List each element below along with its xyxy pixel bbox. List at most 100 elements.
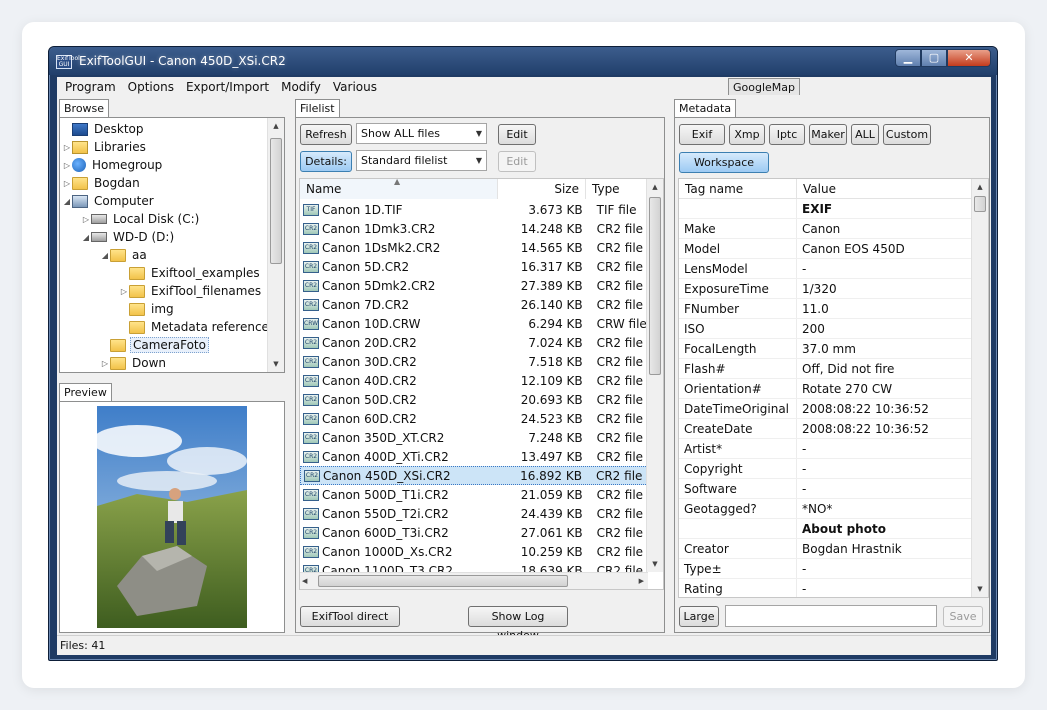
metadata-row[interactable]: DateTimeOriginal 2008:08:22 10:36:52 xyxy=(679,399,975,419)
file-table[interactable]: Name ▲ Size Type TIF Canon 1D.TIF 3.673 KB… xyxy=(299,178,664,590)
tree-item[interactable]: Desktop xyxy=(62,120,146,138)
scroll-thumb[interactable] xyxy=(974,196,986,212)
file-row[interactable]: CR2 Canon 1Dmk3.CR2 14.248 KB CR2 file xyxy=(300,219,648,238)
metadata-row[interactable]: Creator Bogdan Hrastnik xyxy=(679,539,975,559)
folder-tree[interactable]: Desktop ▷ Libraries ▷ Homegroup ▷ Bogdan ◢ Compu… xyxy=(59,117,285,373)
menu-various[interactable]: Various xyxy=(327,77,383,97)
file-row[interactable]: CR2 Canon 600D_T3i.CR2 27.061 KB CR2 file xyxy=(300,523,648,542)
scroll-up-icon[interactable]: ▲ xyxy=(972,179,988,195)
expand-arrow-icon[interactable]: ◢ xyxy=(81,233,91,242)
exif-button[interactable]: Exif xyxy=(679,124,725,145)
filelist-view-select[interactable]: Standard filelist ▼ xyxy=(356,150,487,171)
scroll-up-icon[interactable]: ▲ xyxy=(268,118,284,134)
expand-arrow-icon[interactable]: ▷ xyxy=(62,143,72,152)
metadata-row[interactable]: FocalLength 37.0 mm xyxy=(679,339,975,359)
column-size[interactable]: Size xyxy=(498,179,586,199)
minimize-button[interactable]: ▁ xyxy=(895,49,921,67)
menu-program[interactable]: Program xyxy=(59,77,122,97)
metadata-row[interactable]: Make Canon xyxy=(679,219,975,239)
file-row[interactable]: CR2 Canon 500D_T1i.CR2 21.059 KB CR2 file xyxy=(300,485,648,504)
metadata-row[interactable]: FNumber 11.0 xyxy=(679,299,975,319)
column-tag-name[interactable]: Tag name xyxy=(679,179,797,199)
scroll-left-icon[interactable]: ◀ xyxy=(302,573,307,589)
file-filter-select[interactable]: Show ALL files ▼ xyxy=(356,123,487,144)
edit-filter-button[interactable]: Edit xyxy=(498,124,536,145)
maximize-button[interactable]: ▢ xyxy=(921,49,947,67)
file-row[interactable]: CR2 Canon 5Dmk2.CR2 27.389 KB CR2 file xyxy=(300,276,648,295)
refresh-button[interactable]: Refresh xyxy=(300,124,352,145)
tree-item[interactable]: Metadata reference xyxy=(119,318,271,336)
tree-item[interactable]: ▷ Bogdan xyxy=(62,174,142,192)
file-row[interactable]: CR2 Canon 550D_T2i.CR2 24.439 KB CR2 file xyxy=(300,504,648,523)
metadata-row[interactable]: Copyright - xyxy=(679,459,975,479)
iptc-button[interactable]: Iptc xyxy=(769,124,805,145)
tree-item[interactable]: Exiftool_examples xyxy=(119,264,262,282)
close-button[interactable]: ✕ xyxy=(947,49,991,67)
metadata-section-row[interactable]: EXIF xyxy=(679,199,975,219)
column-type[interactable]: Type xyxy=(586,179,648,199)
tab-googlemap[interactable]: GoogleMap xyxy=(728,78,801,95)
title-bar[interactable]: ExifTool GUI ExifToolGUI - Canon 450D_XS… xyxy=(49,47,997,75)
metadata-vscroll[interactable]: ▲ ▼ xyxy=(971,179,988,597)
expand-arrow-icon[interactable]: ▷ xyxy=(81,215,91,224)
metadata-edit-field[interactable] xyxy=(725,605,937,627)
tree-item[interactable]: ▷ Homegroup xyxy=(62,156,164,174)
tree-item[interactable]: ▷ Local Disk (C:) xyxy=(81,210,201,228)
all-button[interactable]: ALL xyxy=(851,124,879,145)
show-log-button[interactable]: Show Log window xyxy=(468,606,568,642)
xmp-button[interactable]: Xmp xyxy=(729,124,765,145)
custom-button[interactable]: Custom xyxy=(883,124,931,145)
tab-filelist[interactable]: Filelist xyxy=(295,99,340,118)
column-value[interactable]: Value xyxy=(797,179,975,199)
metadata-row[interactable]: Orientation# Rotate 270 CW xyxy=(679,379,975,399)
file-row[interactable]: CR2 Canon 1DsMk2.CR2 14.565 KB CR2 file xyxy=(300,238,648,257)
metadata-row[interactable]: Type± - xyxy=(679,559,975,579)
expand-arrow-icon[interactable]: ▷ xyxy=(62,161,72,170)
metadata-table[interactable]: Tag name Value EXIF Make Canon Model Canon E… xyxy=(678,178,989,598)
tree-item[interactable]: ◢ Computer xyxy=(62,192,156,210)
file-row[interactable]: CRW Canon 10D.CRW 6.294 KB CRW file xyxy=(300,314,648,333)
scroll-right-icon[interactable]: ▶ xyxy=(639,573,644,589)
tab-metadata[interactable]: Metadata xyxy=(674,99,737,118)
file-row[interactable]: CR2 Canon 1000D_Xs.CR2 10.259 KB CR2 file xyxy=(300,542,648,561)
tree-scrollbar[interactable]: ▲ ▼ xyxy=(267,118,284,372)
file-row[interactable]: TIF Canon 1D.TIF 3.673 KB TIF file xyxy=(300,200,648,219)
tree-item[interactable]: img xyxy=(119,300,176,318)
menu-export-import[interactable]: Export/Import xyxy=(180,77,275,97)
menu-options[interactable]: Options xyxy=(122,77,180,97)
metadata-section-row[interactable]: About photo xyxy=(679,519,975,539)
file-row[interactable]: CR2 Canon 5D.CR2 16.317 KB CR2 file xyxy=(300,257,648,276)
expand-arrow-icon[interactable]: ▷ xyxy=(119,287,129,296)
metadata-row[interactable]: Artist* - xyxy=(679,439,975,459)
workspace-button[interactable]: Workspace xyxy=(679,152,769,173)
filelist-hscroll[interactable]: ◀ ▶ xyxy=(300,572,648,589)
column-name[interactable]: Name ▲ xyxy=(300,179,498,199)
metadata-row[interactable]: ExposureTime 1/320 xyxy=(679,279,975,299)
metadata-row[interactable]: Flash# Off, Did not fire xyxy=(679,359,975,379)
large-button[interactable]: Large xyxy=(679,606,719,627)
tree-item[interactable]: ◢ aa xyxy=(100,246,149,264)
details-button[interactable]: Details: xyxy=(300,151,352,172)
metadata-row[interactable]: Geotagged? *NO* xyxy=(679,499,975,519)
scroll-down-icon[interactable]: ▼ xyxy=(647,556,663,572)
exiftool-direct-button[interactable]: ExifTool direct xyxy=(300,606,400,627)
expand-arrow-icon[interactable]: ◢ xyxy=(100,251,110,260)
filelist-vscroll[interactable]: ▲ ▼ xyxy=(646,179,663,572)
scroll-thumb[interactable] xyxy=(649,197,661,375)
metadata-row[interactable]: LensModel - xyxy=(679,259,975,279)
file-row[interactable]: CR2 Canon 350D_XT.CR2 7.248 KB CR2 file xyxy=(300,428,648,447)
expand-arrow-icon[interactable]: ▷ xyxy=(100,359,110,368)
file-row[interactable]: CR2 Canon 7D.CR2 26.140 KB CR2 file xyxy=(300,295,648,314)
file-row[interactable]: CR2 Canon 20D.CR2 7.024 KB CR2 file xyxy=(300,333,648,352)
file-row[interactable]: CR2 Canon 30D.CR2 7.518 KB CR2 file xyxy=(300,352,648,371)
file-row[interactable]: CR2 Canon 400D_XTi.CR2 13.497 KB CR2 file xyxy=(300,447,648,466)
menu-modify[interactable]: Modify xyxy=(275,77,327,97)
scroll-down-icon[interactable]: ▼ xyxy=(268,356,284,372)
tree-item[interactable]: ▷ Libraries xyxy=(62,138,148,156)
file-row[interactable]: CR2 Canon 60D.CR2 24.523 KB CR2 file xyxy=(300,409,648,428)
tree-item[interactable]: CameraFoto xyxy=(100,336,209,354)
file-row[interactable]: CR2 Canon 50D.CR2 20.693 KB CR2 file xyxy=(300,390,648,409)
tree-item[interactable]: ▷ ExifTool_filenames xyxy=(119,282,263,300)
metadata-row[interactable]: ISO 200 xyxy=(679,319,975,339)
file-row[interactable]: CR2 Canon 450D_XSi.CR2 16.892 KB CR2 file xyxy=(300,466,648,485)
